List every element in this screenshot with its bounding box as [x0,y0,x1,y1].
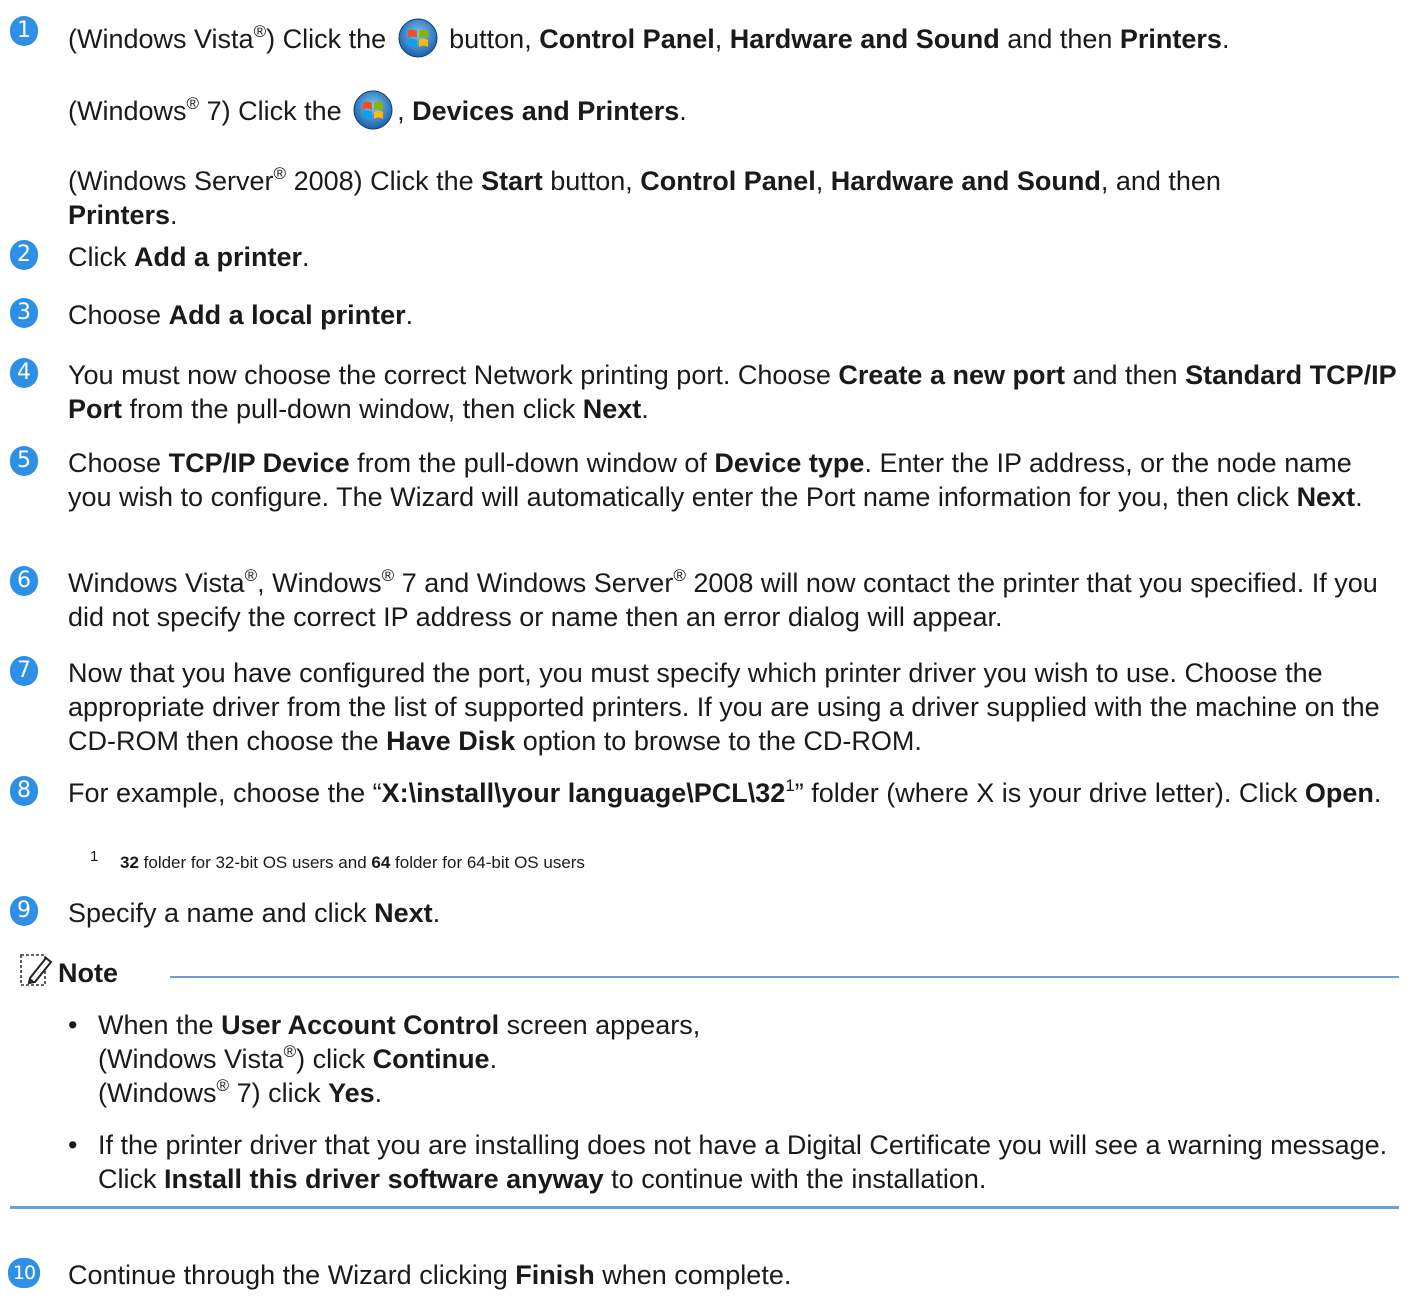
step-text: Now that you have configured the port, y… [68,658,1380,756]
bullet-mark: • [68,1130,78,1160]
step-number-badge: 3 [10,298,38,328]
step-number-badge: 9 [10,896,38,926]
windows-start-orb-icon [353,90,393,130]
step-number-badge: 1 [10,16,38,46]
step-number-badge: 2 [10,240,38,270]
step-number-badge: 5 [10,446,38,476]
step-text: Choose TCP/IP Device from the pull-down … [68,448,1363,512]
note-text: When the User Account Control screen app… [98,1010,701,1108]
step-text: Specify a name and click Next. [68,898,441,928]
step-text: You must now choose the correct Network … [68,360,1397,424]
step-text: Click Add a printer. [68,242,310,272]
step-number-badge: 8 [10,776,38,806]
footnote-mark: 1 [90,848,99,865]
step-number-badge: 6 [10,566,38,596]
note-text: If the printer driver that you are insta… [98,1130,1388,1194]
note-divider-bottom [10,1206,1399,1209]
note-divider-top [170,976,1399,978]
step-number-badge: 10 [8,1258,40,1288]
step-text: For example, choose the “X:\install\your… [68,776,1382,808]
note-label: Note [58,958,118,988]
step-text: Windows Vista®, Windows® 7 and Windows S… [68,566,1378,632]
step-number-badge: 4 [10,358,38,388]
step-text: Continue through the Wizard clicking Fin… [68,1260,792,1290]
footnote-text: 32 folder for 32-bit OS users and 64 fol… [120,853,585,872]
step-number-badge: 7 [10,656,38,686]
step-text-win7: (Windows® 7) Click the , Devices and Pri… [68,90,1398,130]
step-text: (Windows Vista®) Click the button, Contr… [68,18,1398,58]
step-text-server: (Windows Server® 2008) Click the Start b… [68,164,1221,230]
step-text: Choose Add a local printer. [68,300,414,330]
windows-start-orb-icon [398,18,438,58]
note-pencil-icon [20,954,53,986]
bullet-mark: • [68,1010,78,1040]
